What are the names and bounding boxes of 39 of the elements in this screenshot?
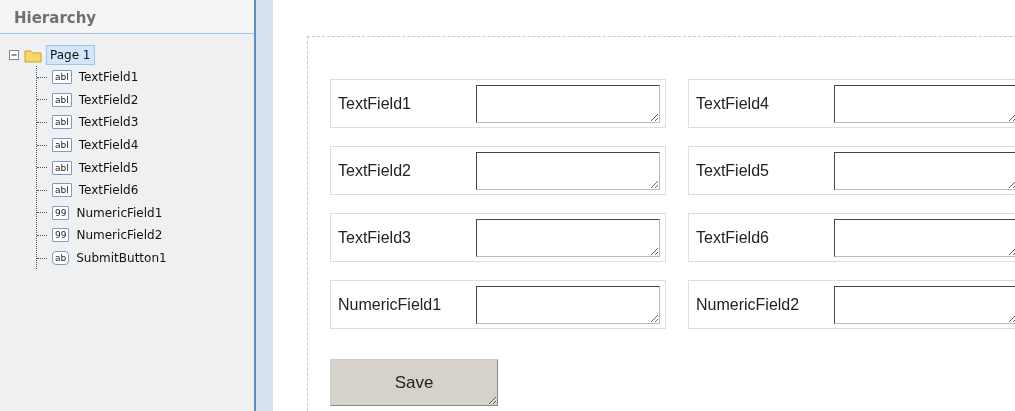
tree-item[interactable]: NumericField2: [74, 227, 165, 244]
numeric-field-icon: 99: [52, 205, 70, 220]
folder-icon: [24, 47, 42, 63]
tree-item[interactable]: TextField3: [76, 114, 141, 131]
text-area-field[interactable]: [834, 285, 1015, 324]
tree-item[interactable]: NumericField1: [74, 204, 165, 221]
text-field-icon: abl: [52, 115, 72, 130]
field-label: TextField1: [338, 94, 412, 113]
collapse-icon[interactable]: [9, 49, 20, 61]
field-label: TextField2: [338, 161, 412, 180]
field-label: TextField3: [338, 228, 412, 247]
field-label: TextField6: [696, 228, 770, 247]
field-label: TextField5: [696, 161, 770, 180]
text-field-icon: abl: [52, 183, 72, 198]
tree-item[interactable]: SubmitButton1: [74, 250, 169, 267]
tree-item[interactable]: TextField2: [76, 91, 141, 108]
text-area-field[interactable]: [834, 151, 1015, 190]
tree-item[interactable]: TextField1: [76, 69, 141, 86]
text-area-field[interactable]: [834, 218, 1015, 257]
text-field-icon: abl: [52, 160, 72, 175]
panel-title: Hierarchy: [0, 0, 254, 34]
text-area-field[interactable]: [476, 218, 660, 257]
text-field-icon: abl: [52, 138, 72, 153]
field-label: NumericField1: [338, 295, 443, 314]
field-label: NumericField2: [696, 295, 801, 314]
button-icon: ab: [52, 251, 70, 266]
save-button[interactable]: Save: [330, 359, 498, 406]
text-field-icon: abl: [52, 70, 72, 85]
numeric-field-icon: 99: [52, 228, 70, 243]
text-area-field[interactable]: [476, 84, 660, 123]
tree-item[interactable]: TextField5: [76, 159, 141, 176]
text-area-field[interactable]: [476, 151, 660, 190]
text-area-field[interactable]: [834, 84, 1015, 123]
tree-item[interactable]: Page 1: [46, 45, 95, 65]
text-area-field[interactable]: [476, 285, 660, 324]
field-label: TextField4: [696, 94, 770, 113]
tree-item[interactable]: TextField6: [76, 182, 141, 199]
text-field-icon: abl: [52, 92, 72, 107]
tree-item[interactable]: TextField4: [76, 137, 141, 154]
